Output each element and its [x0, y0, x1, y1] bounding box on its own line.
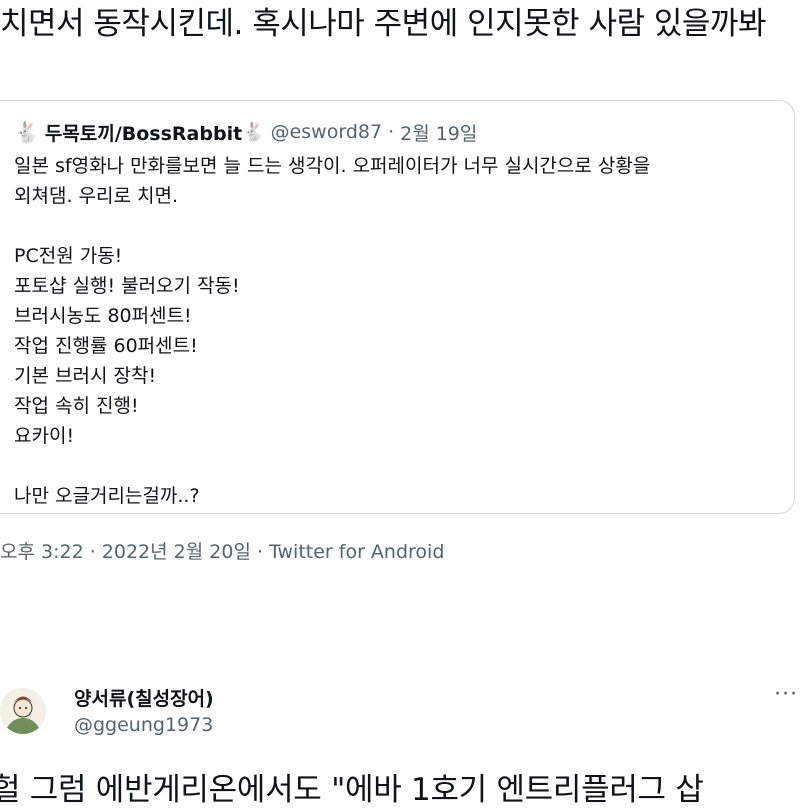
quoted-line: 작업 속히 진행! — [14, 395, 139, 417]
tweet-text: 치면서 동작시킨데. 혹시나마 주변에 인지못한 사람 있을까봐 — [0, 6, 766, 42]
reply-tweet[interactable]: 양서류(칠성장어) @ggeung1973 ··· 헐 그럼 에반게리온에서도 … — [0, 668, 800, 808]
user-avatar[interactable] — [0, 688, 46, 734]
separator-dot: · — [388, 121, 395, 143]
quoted-line: 외쳐댐. 우리로 치면. — [14, 185, 178, 207]
reply-text: 헐 그럼 에반게리온에서도 "에바 1호기 엔트리플러그 삽 — [0, 772, 704, 808]
more-icon[interactable]: ··· — [774, 682, 798, 707]
quoted-tweet-card[interactable]: 🐇 두목토끼/BossRabbit 🐇 @esword87 · 2월 19일 일… — [0, 100, 795, 514]
quoted-tweet-header: 🐇 두목토끼/BossRabbit 🐇 @esword87 · 2월 19일 — [14, 119, 477, 145]
quoted-line: 브러시농도 80퍼센트! — [14, 305, 192, 327]
quoted-line: 포토샵 실행! 불러오기 작동! — [14, 275, 240, 297]
tweet-timestamp[interactable]: 오후 3:22 · 2022년 2월 20일 · Twitter for And… — [0, 537, 444, 564]
quoted-line: 작업 진행률 60퍼센트! — [14, 335, 198, 357]
quoted-tweet-date[interactable]: 2월 19일 — [400, 119, 477, 146]
quoted-author-handle[interactable]: @esword87 — [271, 121, 382, 143]
quoted-line: 요카이! — [14, 425, 75, 447]
quoted-line: PC전원 가동! — [14, 245, 123, 267]
rabbit-icon: 🐇 — [14, 120, 39, 144]
quoted-line-blank — [14, 211, 784, 241]
quoted-line-blank — [14, 451, 784, 481]
quoted-line: 나만 오글거리는걸까..? — [14, 485, 200, 507]
rabbit-emoji-icon: 🐇 — [242, 121, 265, 143]
quoted-author-name[interactable]: 두목토끼/BossRabbit — [45, 119, 242, 146]
reply-author-name[interactable]: 양서류(칠성장어) — [74, 684, 214, 711]
quoted-tweet-body: 일본 sf영화나 만화를보면 늘 드는 생각이. 오퍼레이터가 너무 실시간으로… — [14, 151, 784, 511]
quoted-line: 일본 sf영화나 만화를보면 늘 드는 생각이. 오퍼레이터가 너무 실시간으로… — [14, 155, 651, 177]
quoted-line: 기본 브러시 장착! — [14, 365, 157, 387]
reply-author-handle[interactable]: @ggeung1973 — [74, 714, 213, 736]
